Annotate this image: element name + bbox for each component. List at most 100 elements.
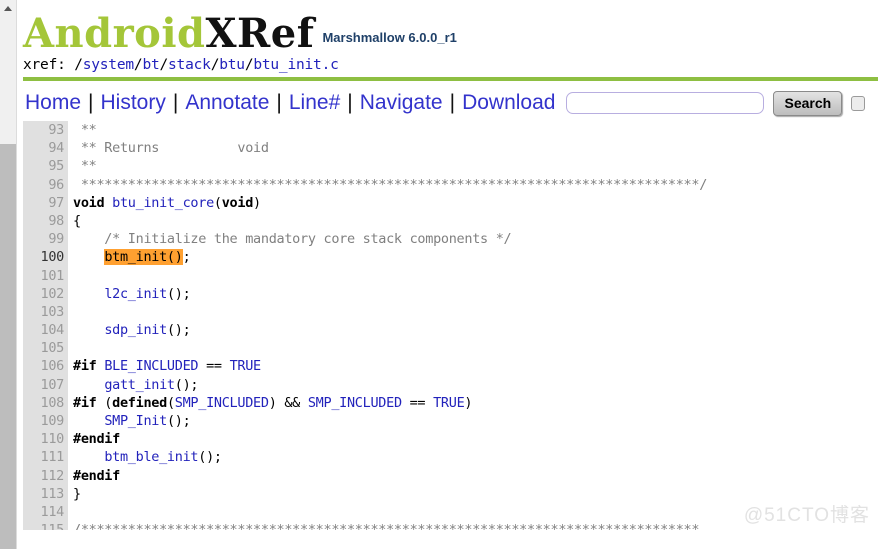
code-text: ( bbox=[166, 394, 175, 411]
scrollbar-up-arrow-icon[interactable] bbox=[0, 0, 16, 17]
line-number[interactable]: 109 bbox=[23, 412, 68, 431]
code-text: ; bbox=[182, 249, 191, 266]
code-line: 95 ** bbox=[23, 157, 890, 176]
code-lines-container: 93 ** 94 ** Returns void 95 ** 96 ********… bbox=[23, 121, 890, 530]
code-keyword: #endif bbox=[73, 431, 120, 448]
code-line-source: sdp_init(); bbox=[68, 321, 190, 339]
nav-link-home[interactable]: Home bbox=[23, 90, 88, 116]
scrollbar-thumb[interactable] bbox=[0, 144, 16, 549]
line-number[interactable]: 93 bbox=[23, 121, 68, 140]
code-line-source: SMP_Init(); bbox=[68, 412, 190, 430]
code-line-source: ** bbox=[68, 157, 97, 175]
nav-link-download[interactable]: Download bbox=[455, 90, 562, 116]
code-symbol-link[interactable]: l2c_init bbox=[104, 286, 167, 302]
search-button[interactable]: Search bbox=[773, 90, 843, 116]
browser-scrollbar-vertical[interactable] bbox=[0, 0, 17, 549]
code-symbol-link[interactable]: BLE_INCLUDED bbox=[104, 358, 198, 374]
nav-link-annotate[interactable]: Annotate bbox=[178, 90, 276, 116]
code-symbol-link[interactable]: SMP_INCLUDED bbox=[308, 395, 402, 411]
code-text: ) && bbox=[268, 394, 308, 411]
code-text: == bbox=[198, 358, 230, 375]
line-number[interactable]: 110 bbox=[23, 430, 68, 449]
line-number[interactable]: 113 bbox=[23, 484, 68, 503]
site-header: AndroidXRef Marshmallow 6.0.0_r1 bbox=[17, 0, 890, 57]
line-number[interactable]: 94 bbox=[23, 139, 68, 158]
code-text: ( bbox=[96, 394, 113, 411]
line-number[interactable]: 96 bbox=[23, 175, 68, 194]
code-line: 105 bbox=[23, 339, 890, 358]
line-number[interactable]: 102 bbox=[23, 284, 68, 303]
line-number[interactable]: 115 bbox=[23, 521, 68, 530]
nav-link-history[interactable]: History bbox=[94, 90, 173, 116]
code-comment: ** Returns void bbox=[73, 140, 269, 157]
watermark-text: @51CTO博客 bbox=[743, 505, 870, 526]
breadcrumb-segment-bt[interactable]: bt bbox=[142, 57, 159, 73]
breadcrumb-segment-system[interactable]: system bbox=[83, 57, 134, 73]
line-number[interactable]: 100 bbox=[23, 248, 68, 267]
line-number[interactable]: 101 bbox=[23, 266, 68, 285]
code-comment: /***************************************… bbox=[73, 522, 700, 530]
line-number[interactable]: 105 bbox=[23, 339, 68, 358]
code-text: (); bbox=[166, 322, 191, 339]
line-number[interactable]: 95 bbox=[23, 157, 68, 176]
code-symbol-link[interactable]: TRUE bbox=[230, 358, 262, 374]
code-text: ) bbox=[464, 394, 473, 411]
code-symbol-link[interactable]: SMP_Init bbox=[104, 413, 167, 429]
source-code-viewer[interactable]: 93 ** 94 ** Returns void 95 ** 96 ********… bbox=[23, 121, 890, 530]
breadcrumb-segment-file[interactable]: btu_init.c bbox=[253, 57, 339, 73]
breadcrumb-segment-btu[interactable]: btu bbox=[219, 57, 245, 73]
code-text: { bbox=[73, 212, 81, 229]
highlighted-symbol[interactable]: btm_init() bbox=[104, 249, 183, 266]
code-line-source: ** Returns void bbox=[68, 139, 269, 157]
code-line: 110 #endif bbox=[23, 430, 890, 449]
code-symbol-link[interactable]: gatt_init bbox=[104, 377, 175, 393]
code-symbol-link[interactable]: SMP_INCLUDED bbox=[175, 395, 269, 411]
code-symbol-link[interactable]: btm_ble_init bbox=[104, 449, 198, 465]
code-line-source: l2c_init(); bbox=[68, 285, 190, 303]
page-container: AndroidXRef Marshmallow 6.0.0_r1 xref: /s… bbox=[17, 0, 890, 549]
breadcrumb-segment-stack[interactable]: stack bbox=[168, 57, 211, 73]
code-line-source: btm_init(); bbox=[68, 248, 191, 266]
code-line: 108 #if (defined(SMP_INCLUDED) && SMP_INC… bbox=[23, 393, 890, 413]
line-number[interactable]: 112 bbox=[23, 466, 68, 485]
main-navigation: Home | History | Annotate | Line# | Navi… bbox=[17, 81, 890, 121]
search-input[interactable] bbox=[566, 92, 765, 114]
nav-link-linenumber[interactable]: Line# bbox=[282, 90, 347, 116]
line-number[interactable]: 103 bbox=[23, 302, 68, 322]
code-comment: ****************************************… bbox=[73, 176, 708, 193]
code-line-source: btm_ble_init(); bbox=[68, 448, 222, 466]
line-number[interactable]: 107 bbox=[23, 375, 68, 394]
line-number[interactable]: 111 bbox=[23, 448, 68, 467]
line-number[interactable]: 99 bbox=[23, 230, 68, 249]
code-line: 104 sdp_init(); bbox=[23, 321, 890, 340]
code-line: 94 ** Returns void bbox=[23, 139, 890, 158]
toggle-box[interactable] bbox=[851, 95, 866, 111]
nav-link-navigate[interactable]: Navigate bbox=[353, 90, 450, 116]
code-line: 93 ** bbox=[23, 121, 890, 140]
line-number[interactable]: 98 bbox=[23, 211, 68, 231]
breadcrumb-separator: / bbox=[74, 57, 83, 73]
code-line-source: #if (defined(SMP_INCLUDED) && SMP_INCLUD… bbox=[68, 394, 473, 412]
code-text: (); bbox=[166, 285, 191, 302]
code-line: 112 #endif bbox=[23, 466, 890, 485]
line-number[interactable]: 104 bbox=[23, 321, 68, 340]
code-symbol-link[interactable]: btu_init_core bbox=[112, 195, 214, 211]
code-line: 98 { bbox=[23, 211, 890, 231]
code-text: (); bbox=[198, 449, 222, 466]
code-line-source: ****************************************… bbox=[68, 176, 708, 194]
code-line-source: #endif bbox=[68, 467, 120, 485]
line-number[interactable]: 106 bbox=[23, 357, 68, 376]
code-symbol-link[interactable]: sdp_init bbox=[104, 322, 167, 338]
line-number[interactable]: 97 bbox=[23, 193, 68, 212]
line-number[interactable]: 108 bbox=[23, 393, 68, 413]
line-number[interactable]: 114 bbox=[23, 502, 68, 522]
breadcrumb-label: xref: bbox=[23, 57, 66, 73]
code-symbol-link[interactable]: TRUE bbox=[433, 395, 465, 411]
code-line: 111 btm_ble_init(); bbox=[23, 448, 890, 467]
code-keyword: #endif bbox=[73, 467, 120, 484]
code-line: 103 bbox=[23, 302, 890, 322]
